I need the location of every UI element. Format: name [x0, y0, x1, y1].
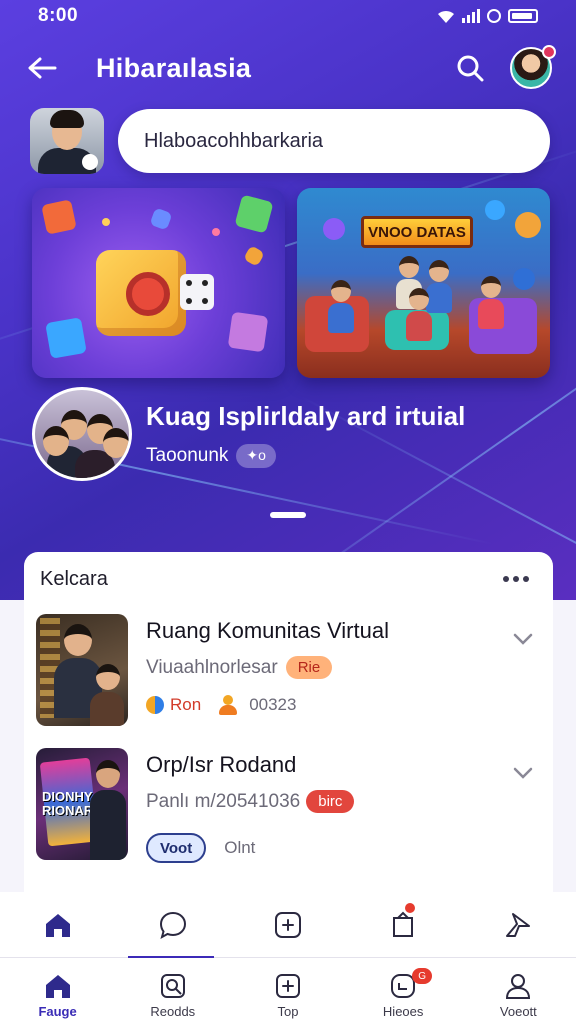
- item-meta-count: 00323: [249, 695, 297, 714]
- tab-account[interactable]: Voeott: [473, 970, 563, 1020]
- tab-messages-badge: G: [412, 968, 433, 984]
- tab-messages[interactable]: G Hieoes: [358, 968, 448, 1020]
- item-meta-text: Olnt: [224, 838, 256, 857]
- die-graphic: [96, 250, 186, 336]
- item-title: Ruang Komunitas Virtual: [146, 618, 389, 643]
- user-icon: [217, 695, 239, 715]
- tab-messages-label: Hieoes: [382, 1003, 424, 1019]
- tab-home-label: Fauge: [38, 1003, 77, 1019]
- chevron-down-icon: [513, 767, 533, 779]
- item-thumbnail: [36, 614, 128, 726]
- search-row: Hlaboacohhbarkaria: [30, 106, 550, 176]
- bottom-nav: Fauge Reodds Top G Hieoes Voeott: [0, 958, 576, 1024]
- signal-icon: [462, 9, 480, 23]
- back-button[interactable]: [24, 50, 60, 86]
- source-logo-icon: [146, 696, 164, 714]
- content-panel: Kelcara Ruang Komunitas Virtual Viuaahln…: [24, 552, 553, 892]
- app-title: Hibaraılasia: [96, 52, 252, 83]
- home-icon: [45, 974, 70, 998]
- nav-chat-button[interactable]: [143, 897, 203, 953]
- featured-chip[interactable]: ✦o: [236, 443, 276, 468]
- arrow-left-icon: [28, 57, 57, 79]
- expand-button[interactable]: [513, 766, 533, 784]
- item-subtitle: Viuaahlnorlesar: [146, 656, 278, 678]
- item-thumbnail: DIONHY RIONAR: [36, 748, 128, 860]
- featured-title: Kuag Isplirldaly ard irtuial: [146, 400, 466, 431]
- group-avatar: [32, 387, 132, 481]
- show-banner[interactable]: VNOO DATAS: [297, 188, 550, 378]
- item-tag[interactable]: birc: [306, 790, 355, 813]
- status-icons: [436, 8, 538, 24]
- item-meta-name: Ron: [170, 695, 202, 714]
- top-app-bar: Hibaraılasia: [0, 40, 576, 96]
- show-sign: VNOO DATAS: [361, 216, 473, 248]
- tab-top[interactable]: Top: [243, 970, 333, 1020]
- notification-dot: [542, 45, 556, 59]
- search-input[interactable]: Hlaboacohhbarkaria: [118, 109, 550, 173]
- chat-icon: [159, 911, 186, 939]
- vote-button-label: Voot: [160, 839, 193, 857]
- user-avatar[interactable]: [30, 108, 104, 174]
- nav-home-button[interactable]: [28, 897, 88, 953]
- search-button[interactable]: [450, 48, 490, 88]
- featured-subtitle: Taoonunk: [146, 444, 229, 466]
- die-white-graphic: [180, 274, 214, 310]
- item-tag[interactable]: Rie: [285, 656, 333, 679]
- chevron-down-icon: [513, 633, 533, 645]
- battery-icon: [508, 9, 538, 23]
- wifi-icon: [438, 10, 454, 23]
- more-options-button[interactable]: [497, 570, 535, 588]
- add-icon: [275, 973, 300, 998]
- profile-icon: [506, 973, 531, 999]
- status-time: 8:00: [38, 5, 79, 26]
- notification-badge: [405, 902, 416, 913]
- status-bar: 8:00: [0, 0, 576, 32]
- game-dice-banner[interactable]: [32, 188, 285, 378]
- secondary-nav: [0, 892, 576, 958]
- tab-top-label: Top: [277, 1003, 299, 1019]
- tab-records-label: Reodds: [150, 1003, 196, 1019]
- item-subtitle: Panlı m/20541036: [146, 790, 301, 812]
- add-post-icon: [274, 911, 301, 938]
- list-item[interactable]: DIONHY RIONAR Orp/Isr Rodand Panlı m/205…: [24, 740, 553, 874]
- featured-profile[interactable]: Kuag Isplirldaly ard irtuial Taoonunk ✦o: [32, 386, 552, 482]
- item-title: Orp/Isr Rodand: [146, 752, 297, 777]
- sync-icon: [487, 9, 501, 23]
- tab-home[interactable]: Fauge: [13, 970, 103, 1020]
- search-doc-icon: [160, 973, 185, 998]
- nav-notifications-button[interactable]: [373, 897, 433, 953]
- panel-title: Kelcara: [40, 567, 108, 590]
- featured-chip-label: ✦o: [246, 447, 266, 463]
- expand-button[interactable]: [513, 632, 533, 650]
- nav-create-button[interactable]: [258, 897, 318, 953]
- carousel-indicator: [270, 512, 306, 518]
- search-icon: [457, 55, 484, 82]
- vote-button[interactable]: Voot: [146, 833, 207, 863]
- home-icon: [45, 913, 70, 937]
- list-item[interactable]: Ruang Komunitas Virtual Viuaahlnorlesar …: [24, 606, 553, 740]
- nav-share-button[interactable]: [488, 897, 548, 953]
- profile-avatar-button[interactable]: [510, 45, 556, 89]
- tab-account-label: Voeott: [499, 1003, 537, 1019]
- banner-carousel: VNOO DATAS: [32, 188, 550, 378]
- bell-icon: [393, 911, 414, 937]
- share-icon: [506, 912, 531, 937]
- tab-records[interactable]: Reodds: [128, 970, 218, 1020]
